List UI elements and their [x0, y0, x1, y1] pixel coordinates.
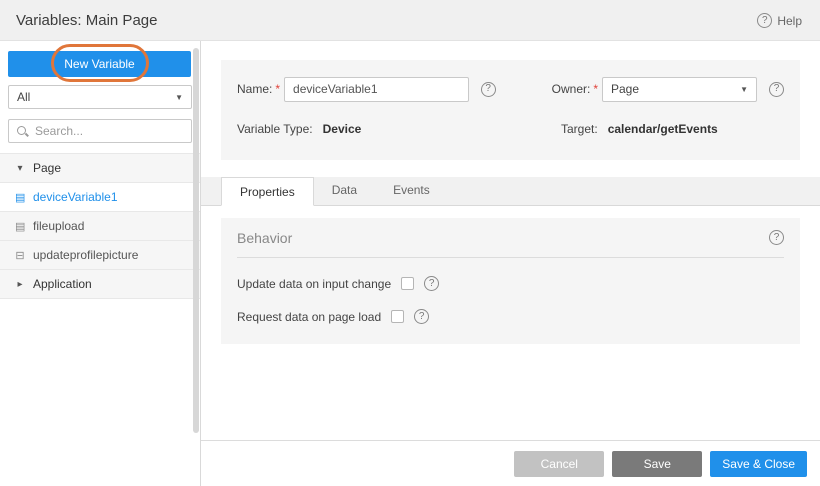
owner-group: Owner: * Page ▼ ?: [552, 77, 784, 102]
name-label: Name:: [237, 82, 272, 96]
help-link[interactable]: ? Help: [757, 13, 802, 28]
name-input[interactable]: [284, 77, 469, 102]
caret-right-icon: ▸: [15, 279, 25, 290]
tree-item-label: deviceVariable1: [33, 190, 118, 204]
tab-events[interactable]: Events: [375, 176, 448, 205]
device-variable-icon: ▤: [15, 191, 25, 204]
option-request-on-page-load: Request data on page load ?: [237, 309, 784, 324]
required-marker: *: [593, 82, 598, 96]
search-icon: [16, 125, 28, 137]
option-help-icon[interactable]: ?: [414, 309, 429, 324]
save-button[interactable]: Save: [612, 451, 702, 477]
chevron-down-icon: ▼: [740, 85, 748, 94]
target-value: calendar/getEvents: [608, 122, 718, 136]
owner-help-icon[interactable]: ?: [769, 82, 784, 97]
filter-value: All: [17, 90, 30, 104]
variable-tree: ▾ Page ▤ deviceVariable1 ▤ fileupload ⊟ …: [0, 153, 200, 299]
tree-item-fileupload[interactable]: ▤ fileupload: [0, 212, 200, 241]
service-variable-icon: ⊟: [15, 249, 25, 262]
tab-bar: Properties Data Events: [201, 177, 820, 206]
save-close-button[interactable]: Save & Close: [710, 451, 807, 477]
chevron-down-icon: ▼: [175, 93, 183, 102]
behavior-section: Behavior ? Update data on input change ?…: [221, 218, 800, 344]
option-update-on-input-change: Update data on input change ?: [237, 276, 784, 291]
behavior-title: Behavior: [237, 230, 292, 246]
target-label: Target:: [561, 122, 598, 136]
request-on-page-load-checkbox[interactable]: [391, 310, 404, 323]
main-panel: Name: * ? Owner: * Page ▼ ? Variable Typ…: [201, 41, 820, 486]
behavior-header: Behavior ?: [237, 218, 784, 258]
caret-down-icon: ▾: [15, 163, 25, 174]
owner-dropdown[interactable]: Page ▼: [602, 77, 757, 102]
page-title: Variables: Main Page: [16, 12, 157, 29]
variables-dialog: Variables: Main Page ? Help New Variable…: [0, 0, 820, 486]
variable-type-label: Variable Type:: [237, 122, 313, 136]
form-row-name-owner: Name: * ? Owner: * Page ▼ ?: [237, 68, 784, 110]
tab-properties[interactable]: Properties: [221, 177, 314, 206]
cancel-button[interactable]: Cancel: [514, 451, 604, 477]
option-label: Request data on page load: [237, 310, 381, 324]
variable-type-value: Device: [323, 122, 362, 136]
tree-group-page[interactable]: ▾ Page: [0, 154, 200, 183]
behavior-help-icon[interactable]: ?: [769, 230, 784, 245]
file-variable-icon: ▤: [15, 220, 25, 233]
sidebar-scrollbar[interactable]: [193, 48, 199, 433]
tree-group-application[interactable]: ▸ Application: [0, 270, 200, 299]
required-marker: *: [275, 82, 280, 96]
name-help-icon[interactable]: ?: [481, 82, 496, 97]
owner-label: Owner:: [552, 82, 591, 96]
search-box: [8, 119, 192, 143]
help-label: Help: [777, 14, 802, 28]
option-label: Update data on input change: [237, 277, 391, 291]
search-input[interactable]: [35, 124, 184, 138]
owner-value: Page: [611, 82, 639, 96]
tree-item-label: updateprofilepicture: [33, 248, 138, 262]
target-group: Target: calendar/getEvents: [561, 114, 718, 144]
tree-group-label: Application: [33, 277, 92, 291]
tree-item-label: fileupload: [33, 219, 84, 233]
update-on-input-change-checkbox[interactable]: [401, 277, 414, 290]
form-row-type-target: Variable Type: Device Target: calendar/g…: [237, 114, 784, 144]
header: Variables: Main Page ? Help: [0, 0, 820, 41]
new-variable-button[interactable]: New Variable: [8, 51, 191, 77]
variable-filter-dropdown[interactable]: All ▼: [8, 85, 192, 109]
variable-form: Name: * ? Owner: * Page ▼ ? Variable Typ…: [221, 60, 800, 160]
footer: Cancel Save Save & Close: [201, 440, 820, 486]
help-icon: ?: [757, 13, 772, 28]
tree-group-label: Page: [33, 161, 61, 175]
sidebar: New Variable All ▼ ▾ Page ▤ deviceVariab…: [0, 41, 201, 486]
tree-item-updateprofilepicture[interactable]: ⊟ updateprofilepicture: [0, 241, 200, 270]
tree-item-devicevariable1[interactable]: ▤ deviceVariable1: [0, 183, 200, 212]
option-help-icon[interactable]: ?: [424, 276, 439, 291]
tab-data[interactable]: Data: [314, 176, 375, 205]
